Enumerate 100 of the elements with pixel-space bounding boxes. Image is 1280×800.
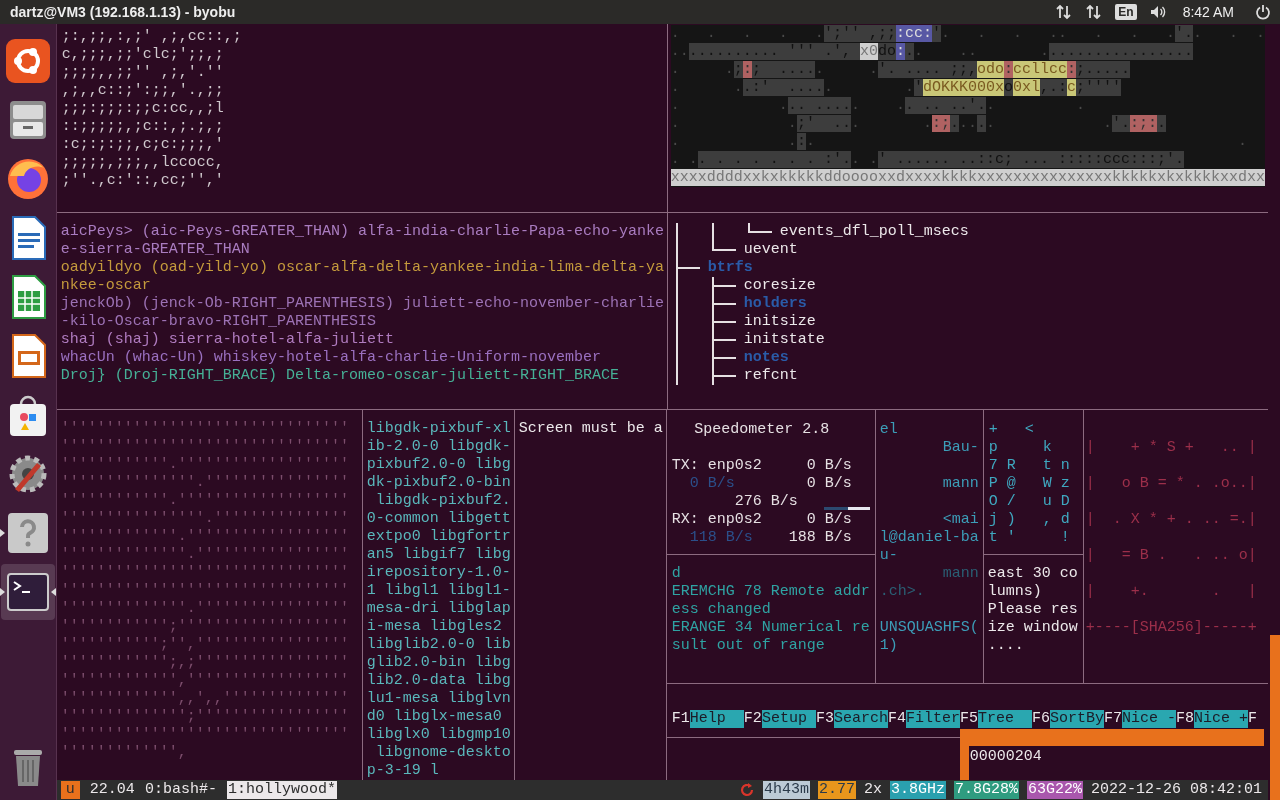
dot-pattern-line: '''''''''''''''''''''''''''''''' (60, 438, 350, 456)
rate-value: 0 B/s (689, 475, 735, 493)
manpage-text: 1) (879, 637, 898, 654)
function-key-label: F3 (815, 710, 834, 728)
dot-pattern-line: ''''''''''''''.''''''''''''''''' (60, 546, 350, 564)
message-text: lumns) (987, 583, 1043, 601)
wordlist-entry: oadyildyo (oad-yild-yo) oscar-alfa-delta-yankee-india-lima-delta-ya nkee-oscar (60, 259, 665, 295)
dot-pattern-line: '''''''''''''''.'''''''''''''''' (60, 474, 350, 492)
message-text: Please res (987, 601, 1079, 619)
function-key-label: F8 (1176, 710, 1195, 728)
wordlist-entry: whacUn (whac-Un) whiskey-hotel-alfa-charlie-Uniform-november (60, 349, 602, 367)
function-key-label: F4 (887, 710, 906, 728)
tree-entry: uevent (743, 241, 798, 259)
speedometer-title: Speedometer 2.8 (693, 421, 831, 439)
dot-pattern-line: ''''''''''''',,',,'''''''''''''' (60, 690, 350, 708)
dot-pattern-line: '''''''''''''''''''''''''''''''' (60, 582, 350, 600)
dot-pattern-line: '''''''''''''''''''''''''''''''' (60, 564, 350, 582)
ascii-art-line: ,;,,c::;':;;,'.,;; (61, 82, 225, 100)
dot-pattern-line: ''''''''''''.''''''''''''''''''' (60, 456, 350, 474)
message-text: Screen must be a (518, 420, 664, 438)
message-text: east 30 co (987, 565, 1079, 583)
function-key-button[interactable]: Help (689, 710, 744, 728)
tree-entry: events_dfl_poll_msecs (779, 223, 969, 241)
dot-pattern-line: ''''''''''''','''''''''''''''''' (60, 672, 350, 690)
dot-pattern-line: ''''''''''''''''.''''''''''''''' (60, 510, 350, 528)
ascii-art-line: ;:,;;,:,;' ,;,cc::,; (61, 28, 243, 46)
message-text: .... (987, 637, 1025, 655)
dot-pattern-line: ''''''''''''''.''''''''''''''''' (60, 600, 350, 618)
dot-pattern-line: ''''''''''''', (60, 744, 188, 762)
dot-pattern-line: '''''''''''';,;''''''''''''''''' (60, 654, 350, 672)
tree-entry: notes (743, 349, 789, 367)
error-text: ERANGE 34 Numerical re (671, 619, 871, 637)
character-line: j ) , d (988, 511, 1071, 529)
status-badge: 2.77 (817, 781, 856, 799)
error-text: sult out of range (671, 637, 826, 655)
manpage-text: mann (942, 565, 979, 582)
manpage-text: Bau- (942, 439, 979, 456)
message-text: ize window (987, 619, 1079, 637)
key-randomart-line: | = B . . .. o| (1085, 546, 1258, 566)
error-text: EREMCHG 78 Remote addr (671, 583, 871, 601)
function-key-button[interactable]: Nice - (1122, 710, 1176, 728)
status-badge: 63G22% (1026, 781, 1083, 799)
manpage-text: mann (942, 475, 979, 492)
character-line: p k (988, 439, 1053, 457)
network-transfer-icon[interactable] (1085, 3, 1104, 21)
rate-value: 0 B/s (806, 475, 852, 493)
network-transfer-icon[interactable] (1055, 3, 1074, 21)
wordlist-entry: shaj (shaj) sierra-hotel-alfa-juliett (60, 331, 395, 349)
status-badge: 3.8GHz (889, 781, 946, 799)
error-text: d (671, 565, 682, 583)
ascii-image-row: . ... ..... .. .. ..'.. . (670, 97, 1085, 115)
power-icon[interactable] (1254, 3, 1272, 21)
rate-value: 118 B/s (689, 529, 753, 547)
key-randomart-line: | . X * + . .. =.| (1085, 510, 1258, 530)
status-text: 2022-12-26 08:42:01 (1090, 781, 1262, 799)
function-key-button[interactable]: Setup (761, 710, 816, 728)
function-key-label: F5 (959, 710, 978, 728)
ascii-art-line: ::;;;;;,;c::,;.;,; (61, 118, 225, 136)
key-randomart-line: | +. . | (1085, 582, 1258, 602)
dock-button[interactable] (0, 563, 55, 620)
status-text: 2x (863, 781, 882, 799)
function-key-label: F (1248, 710, 1258, 728)
ascii-art-line: ;;;;,,;;'' ,;,'.'' (61, 64, 225, 82)
keyboard-layout-indicator[interactable]: En (1115, 4, 1137, 20)
ascii-art-line: ;;;;;,;;;,,lccocc, (61, 154, 225, 172)
interface-label: TX: enp0s2 (671, 457, 762, 475)
ascii-image-row: . .;' ... .:;..... .'.:;:. (670, 115, 1167, 133)
refresh-icon (738, 782, 755, 798)
tree-entry: initsize (743, 313, 816, 331)
dot-pattern-line: ''''''''''';'',''''''''''''''''' (60, 636, 350, 654)
clock[interactable]: 8:42 AM (1182, 4, 1234, 20)
manpage-text: l@daniel-ba (879, 529, 979, 546)
ascii-art-line: :c;:;:;;,c;c:;;;,' (61, 136, 225, 154)
function-key-button[interactable]: Nice + (1194, 710, 1249, 728)
manpage-text: el (879, 421, 898, 438)
window-tab[interactable]: 1:hollywood* (226, 781, 337, 799)
error-text: ess changed (671, 601, 772, 619)
key-randomart-line: +----[SHA256]-----+ (1085, 618, 1258, 638)
status-badge: 4h43m (762, 781, 810, 799)
dot-pattern-line: '''''''''''''';''''''''''''''''' (60, 708, 350, 726)
character-line: t ' ! (988, 529, 1071, 547)
rate-value: 276 B/s (734, 493, 798, 511)
character-line: 7 R t n (988, 457, 1071, 475)
key-randomart-line: | o B = * . .o..| (1085, 474, 1258, 494)
rate-value: 0 B/s (806, 457, 852, 475)
function-key-button[interactable]: Tree (977, 710, 1032, 728)
ubuntu-logo-icon (4, 37, 51, 84)
tree-entry: initstate (743, 331, 825, 349)
dot-pattern-line: '''''''''''''''''''''''''''''''' (60, 420, 350, 438)
rate-value: 0 B/s (806, 511, 852, 529)
function-key-button[interactable]: Search (833, 710, 888, 728)
dot-pattern-line: '''''''''''''''''''''''''''''''' (60, 726, 350, 744)
dot-pattern-line: ''''''''''''.''''''''''''''''''' (60, 492, 350, 510)
ascii-image-row: xxxxddddxxkxkkkkkddooooxxdxxxxkkkkxxxxxxxxxxxxxxxkkkkkxkxkkkkxxdxx (670, 169, 1265, 187)
dot-pattern-line: '''''''''''';''''''''''''''''''' (60, 618, 350, 636)
function-key-button[interactable]: SortBy (1049, 710, 1104, 728)
tree-entry: btrfs (707, 259, 753, 277)
manpage-text: UNSQUASHFS( (879, 619, 979, 636)
window-tab[interactable]: 0:bash#- (143, 781, 218, 799)
hex-offset: 00000204 (969, 748, 1043, 766)
